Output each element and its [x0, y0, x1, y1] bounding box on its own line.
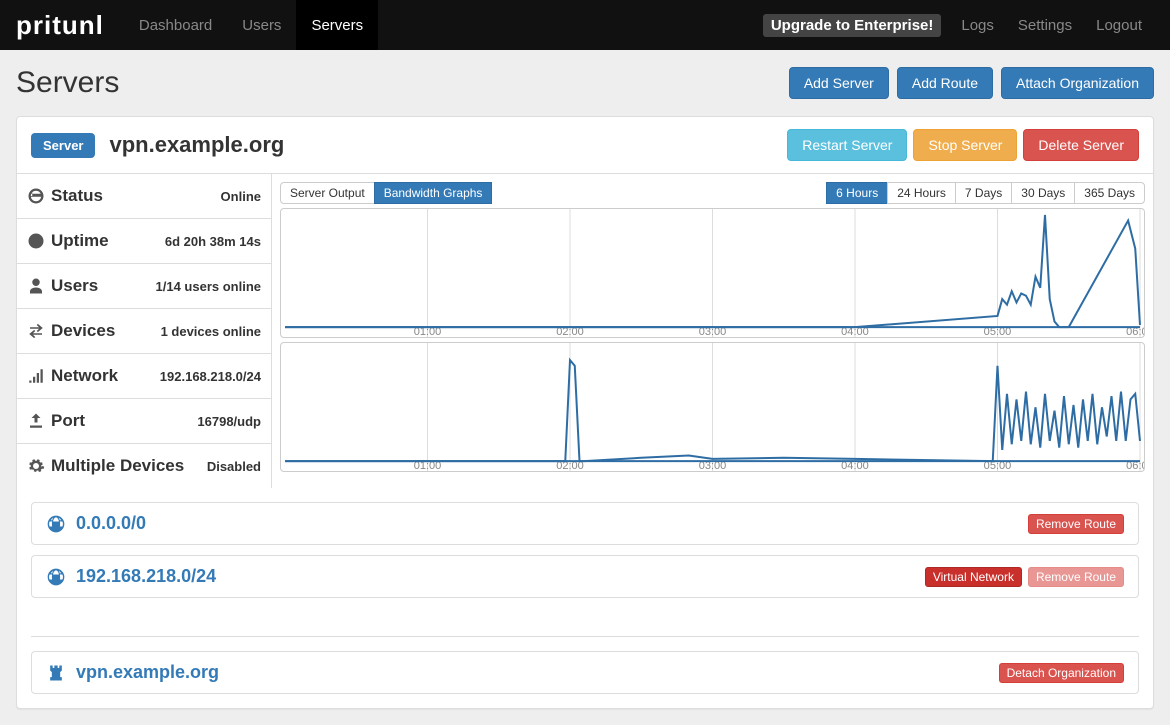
stat-uptime: Uptime 6d 20h 38m 14s — [17, 219, 271, 264]
server-name: vpn.example.org — [109, 132, 284, 158]
chart-tabs: Server Output Bandwidth Graphs 6 Hours 2… — [280, 182, 1145, 204]
organization-title[interactable]: vpn.example.org — [46, 662, 219, 683]
restart-server-button[interactable]: Restart Server — [787, 129, 907, 161]
transfer-icon — [27, 322, 45, 340]
stat-network-value: 192.168.218.0/24 — [160, 369, 261, 384]
globe-icon — [46, 567, 66, 587]
routes-list: 0.0.0.0/0 Remove Route 192.168.218.0/24 … — [17, 488, 1153, 622]
delete-server-button[interactable]: Delete Server — [1023, 129, 1139, 161]
remove-route-button[interactable]: Remove Route — [1028, 567, 1124, 587]
route-row: 192.168.218.0/24 Virtual Network Remove … — [31, 555, 1139, 598]
range-7-days[interactable]: 7 Days — [955, 182, 1012, 204]
nav-servers[interactable]: Servers — [296, 0, 378, 50]
rook-icon — [46, 663, 66, 683]
gear-icon — [27, 457, 45, 475]
chart-range-seg: 6 Hours 24 Hours 7 Days 30 Days 365 Days — [827, 182, 1145, 204]
chart-mode-seg: Server Output Bandwidth Graphs — [280, 182, 492, 204]
server-stats: Status Online Uptime 6d 20h 38m 14s User… — [17, 174, 272, 488]
stat-users-value: 1/14 users online — [156, 279, 262, 294]
nav-left: Dashboard Users Servers — [124, 0, 378, 50]
page-actions: Add Server Add Route Attach Organization — [789, 67, 1154, 99]
add-route-button[interactable]: Add Route — [897, 67, 993, 99]
stat-uptime-value: 6d 20h 38m 14s — [165, 234, 261, 249]
stat-status-value: Online — [221, 189, 261, 204]
stat-status: Status Online — [17, 174, 271, 219]
divider — [31, 636, 1139, 637]
range-6-hours[interactable]: 6 Hours — [826, 182, 888, 204]
chart-bandwidth-2: 01:0002:0003:0004:0005:0006:00 — [280, 342, 1145, 472]
brand-logo: pritunl — [16, 10, 104, 41]
signal-icon — [27, 367, 45, 385]
organization-row: vpn.example.org Detach Organization — [31, 651, 1139, 694]
nav-dashboard[interactable]: Dashboard — [124, 0, 227, 50]
user-icon — [27, 277, 45, 295]
virtual-network-badge: Virtual Network — [925, 567, 1022, 587]
dashboard-icon — [27, 187, 45, 205]
upload-icon — [27, 412, 45, 430]
add-server-button[interactable]: Add Server — [789, 67, 889, 99]
server-badge: Server — [31, 133, 95, 158]
detach-organization-button[interactable]: Detach Organization — [999, 663, 1124, 683]
nav-settings[interactable]: Settings — [1006, 17, 1084, 34]
route-row: 0.0.0.0/0 Remove Route — [31, 502, 1139, 545]
clock-icon — [27, 232, 45, 250]
route-address: 192.168.218.0/24 — [76, 566, 216, 587]
chart-bandwidth-1: 01:0002:0003:0004:0005:0006:00 — [280, 208, 1145, 338]
stat-network: Network 192.168.218.0/24 — [17, 354, 271, 399]
range-24-hours[interactable]: 24 Hours — [887, 182, 956, 204]
stop-server-button[interactable]: Stop Server — [913, 129, 1017, 161]
upgrade-button[interactable]: Upgrade to Enterprise! — [763, 14, 942, 37]
stat-devices: Devices 1 devices online — [17, 309, 271, 354]
page-title: Servers — [16, 66, 119, 100]
route-title[interactable]: 0.0.0.0/0 — [46, 513, 146, 534]
stat-users: Users 1/14 users online — [17, 264, 271, 309]
organization-name: vpn.example.org — [76, 662, 219, 683]
nav-logs[interactable]: Logs — [949, 17, 1006, 34]
server-panel: Server vpn.example.org Restart Server St… — [16, 116, 1154, 709]
tab-server-output[interactable]: Server Output — [280, 182, 375, 204]
server-actions: Restart Server Stop Server Delete Server — [787, 129, 1139, 161]
nav-right: Upgrade to Enterprise! Logs Settings Log… — [763, 0, 1154, 50]
stat-port: Port 16798/udp — [17, 399, 271, 444]
route-address: 0.0.0.0/0 — [76, 513, 146, 534]
stat-multi-value: Disabled — [207, 459, 261, 474]
nav-users[interactable]: Users — [227, 0, 296, 50]
server-header: Server vpn.example.org Restart Server St… — [17, 117, 1153, 174]
navbar: pritunl Dashboard Users Servers Upgrade … — [0, 0, 1170, 50]
stat-multiple-devices: Multiple Devices Disabled — [17, 444, 271, 488]
route-title[interactable]: 192.168.218.0/24 — [46, 566, 216, 587]
tab-bandwidth-graphs[interactable]: Bandwidth Graphs — [374, 182, 493, 204]
nav-logout[interactable]: Logout — [1084, 17, 1154, 34]
stat-port-value: 16798/udp — [197, 414, 261, 429]
attach-organization-button[interactable]: Attach Organization — [1001, 67, 1154, 99]
page-header: Servers Add Server Add Route Attach Orga… — [16, 66, 1154, 100]
stat-devices-value: 1 devices online — [161, 324, 261, 339]
charts-area: Server Output Bandwidth Graphs 6 Hours 2… — [272, 174, 1153, 488]
range-30-days[interactable]: 30 Days — [1011, 182, 1075, 204]
globe-icon — [46, 514, 66, 534]
range-365-days[interactable]: 365 Days — [1074, 182, 1145, 204]
remove-route-button[interactable]: Remove Route — [1028, 514, 1124, 534]
